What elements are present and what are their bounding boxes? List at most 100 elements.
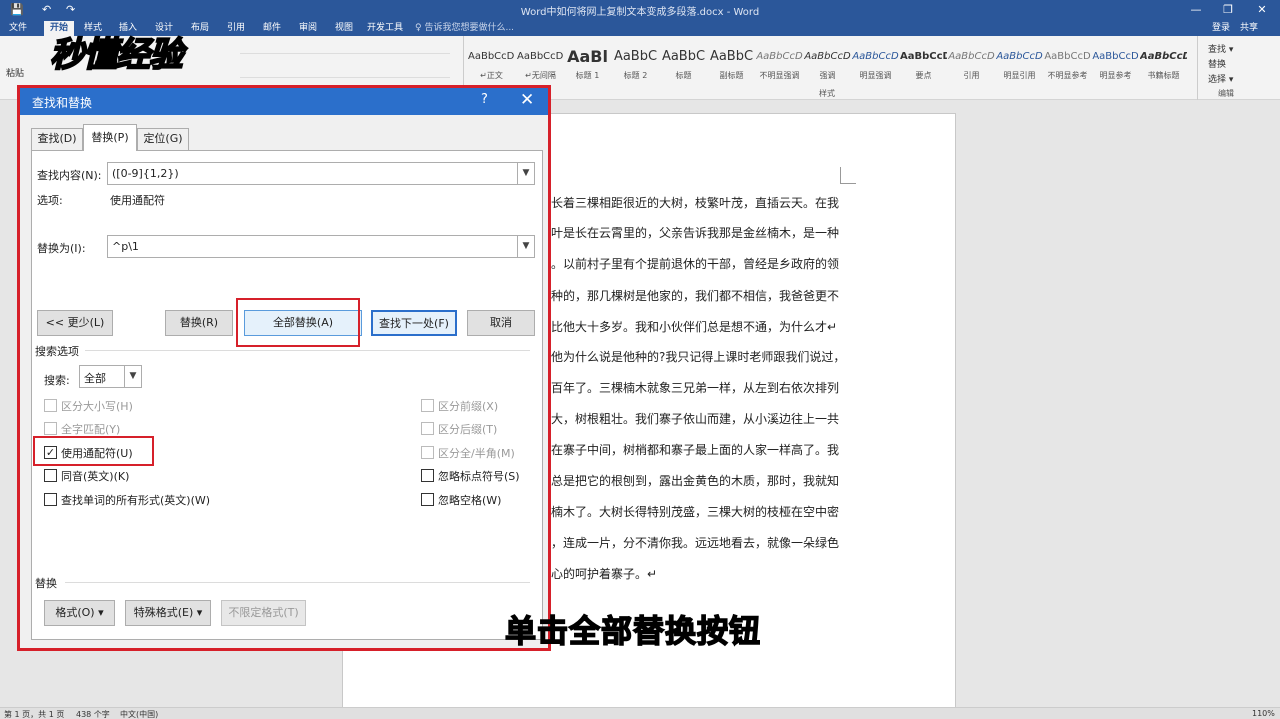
chevron-down-icon[interactable]: ▼ xyxy=(517,163,534,184)
document-line: 排长着三棵相距很近的大树，枝繁叶茂，直插云天。在我 xyxy=(539,196,840,210)
login-link[interactable]: 登录 xyxy=(1212,21,1230,36)
checkbox-box[interactable] xyxy=(44,422,57,435)
replace-with-input[interactable]: ^p\1 ▼ xyxy=(107,235,535,258)
find-button[interactable]: 查找 ▾ xyxy=(1208,42,1233,55)
zoom-level[interactable]: 110% xyxy=(1252,709,1275,718)
options-value: 使用通配符 xyxy=(110,194,165,207)
options-label: 选项: xyxy=(37,194,63,207)
tab-styles[interactable]: 样式 xyxy=(80,21,106,36)
page-count[interactable]: 第 1 页，共 1 页 xyxy=(4,709,64,719)
style-item[interactable]: AaBbCcD 明显强调 xyxy=(852,46,899,92)
search-direction-select[interactable]: 全部 ▼ xyxy=(79,365,142,388)
tell-me-search[interactable]: ♀ 告诉我您想要做什么... xyxy=(415,21,514,36)
find-replace-dialog: 查找和替换 ? ✕ 查找(D) 替换(P) 定位(G) 查找内容(N): ([0… xyxy=(17,85,551,651)
replace-with-label: 替换为(I): xyxy=(37,242,86,255)
tab-view[interactable]: 视图 xyxy=(330,21,358,36)
tab-replace[interactable]: 替换(P) xyxy=(83,124,137,151)
checkbox-box[interactable] xyxy=(421,399,434,412)
checkbox-box[interactable] xyxy=(421,422,434,435)
title-bar: 💾 ↶ ↷ Word中如何将网上复制文本变成多段落.docx - Word — … xyxy=(0,0,1280,20)
dialog-title: 查找和替换 xyxy=(32,96,93,110)
tab-layout[interactable]: 布局 xyxy=(186,21,214,36)
search-direction-label: 搜索: xyxy=(44,374,70,387)
replace-ribbon-button[interactable]: 替换 xyxy=(1208,57,1226,70)
checkbox-box[interactable] xyxy=(421,446,434,459)
replace-tab-panel xyxy=(31,150,543,640)
checkbox-box[interactable] xyxy=(421,493,434,506)
select-button[interactable]: 选择 ▾ xyxy=(1208,72,1233,85)
no-formatting-button[interactable]: 不限定格式(T) xyxy=(221,600,306,626)
style-gallery: AaBbCcDı ↵正文 AaBbCcDı ↵无间隔 AaBl 标题 1 AaBbC 标… xyxy=(463,36,1198,100)
document-title: Word中如何将网上复制文本变成多段落.docx - Word xyxy=(520,7,760,18)
site-logo: 秒懂经验 xyxy=(49,35,184,75)
highlight-replace-all xyxy=(236,298,360,347)
style-item[interactable]: AaBbCcD 不明显强调 xyxy=(756,46,803,92)
cancel-button[interactable]: 取消 xyxy=(467,310,535,336)
style-item[interactable]: AaBl 标题 1 xyxy=(564,46,611,92)
replace-section-label: 替换 xyxy=(35,577,57,590)
page-corner-mark xyxy=(840,167,856,184)
chevron-down-icon[interactable]: ▼ xyxy=(517,236,534,257)
tab-review[interactable]: 审阅 xyxy=(294,21,322,36)
styles-group-label: 样式 xyxy=(819,89,835,98)
restore-button[interactable]: ❐ xyxy=(1212,0,1244,20)
style-item[interactable]: AaBbCcD 不明显参考 xyxy=(1044,46,1091,92)
ignore-punctuation-checkbox[interactable]: 忽略标点符号(S) xyxy=(421,468,541,484)
whole-word-checkbox[interactable]: 全字匹配(Y) xyxy=(44,421,244,437)
style-item[interactable]: AaBbC 标题 xyxy=(660,46,707,92)
style-item[interactable]: AaBbCcD 书籍标题 xyxy=(1140,46,1187,92)
dialog-title-bar[interactable]: 查找和替换 ? ✕ xyxy=(20,88,548,115)
tab-file[interactable]: 文件 xyxy=(4,21,32,36)
document-line: 五百年了。三棵楠木就象三兄弟一样，从左到右依次排列 xyxy=(539,381,840,395)
tab-design[interactable]: 设计 xyxy=(150,21,178,36)
tab-mailings[interactable]: 邮件 xyxy=(258,21,286,36)
style-item[interactable]: AaBbCcD 明显引用 xyxy=(996,46,1043,92)
ribbon-tab-bar: 文件 开始 样式 插入 设计 布局 引用 邮件 审阅 视图 开发工具 ♀ 告诉我… xyxy=(0,20,1280,36)
format-button[interactable]: 格式(O) ▾ xyxy=(44,600,115,626)
style-item[interactable]: AaBbCcD 明显参考 xyxy=(1092,46,1139,92)
highlight-use-wildcards xyxy=(33,436,154,466)
find-next-button[interactable]: 查找下一处(F) xyxy=(371,310,457,336)
special-button[interactable]: 特殊格式(E) ▾ xyxy=(125,600,211,626)
tab-goto[interactable]: 定位(G) xyxy=(137,128,189,150)
font-controls[interactable] xyxy=(240,42,450,54)
help-icon[interactable]: ? xyxy=(481,92,488,107)
word-count[interactable]: 438 个字 xyxy=(76,709,110,719)
style-item[interactable]: AaBbCcD 引用 xyxy=(948,46,995,92)
tab-developer[interactable]: 开发工具 xyxy=(364,21,406,36)
tab-home[interactable]: 开始 xyxy=(44,21,74,36)
chevron-down-icon[interactable]: ▼ xyxy=(124,366,141,387)
match-case-checkbox[interactable]: 区分大小写(H) xyxy=(44,398,244,414)
checkbox-box[interactable] xyxy=(44,493,57,506)
style-item[interactable]: AaBbC 副标题 xyxy=(708,46,755,92)
document-line: 着，连成一片，分不清你我。远远地看去，就像一朵绿色 xyxy=(539,536,840,550)
share-button[interactable]: 共享 xyxy=(1240,21,1258,36)
document-line: 钩。以前村子里有个提前退休的干部，曾经是乡政府的领 xyxy=(539,257,840,271)
paragraph-controls[interactable] xyxy=(240,66,450,78)
match-suffix-checkbox[interactable]: 区分后缀(T) xyxy=(421,421,531,437)
replace-button[interactable]: 替换(R) xyxy=(165,310,233,336)
match-prefix-checkbox[interactable]: 区分前缀(X) xyxy=(421,398,531,414)
sounds-like-checkbox[interactable]: 同音(英文)(K) xyxy=(44,468,244,484)
checkbox-box[interactable] xyxy=(44,469,57,482)
ignore-whitespace-checkbox[interactable]: 忽略空格(W) xyxy=(421,492,541,508)
window-close-button[interactable]: ✕ xyxy=(1246,0,1278,20)
tab-references[interactable]: 引用 xyxy=(222,21,250,36)
tab-find[interactable]: 查找(D) xyxy=(31,128,83,150)
style-item[interactable]: AaBbCcD 强调 xyxy=(804,46,851,92)
minimize-button[interactable]: — xyxy=(1180,0,1212,20)
language-indicator[interactable]: 中文(中国) xyxy=(120,709,158,719)
checkbox-box[interactable] xyxy=(421,469,434,482)
paste-button[interactable]: 粘贴 xyxy=(6,66,24,79)
style-item[interactable]: AaBbCcD 要点 xyxy=(900,46,947,92)
all-word-forms-checkbox[interactable]: 查找单词的所有形式(英文)(W) xyxy=(44,492,284,508)
divider xyxy=(65,582,530,583)
checkbox-box[interactable] xyxy=(44,399,57,412)
document-line: 长在寨子中间，树梢都和寨子最上面的人家一样高了。我 xyxy=(539,443,840,457)
style-item[interactable]: AaBbC 标题 2 xyxy=(612,46,659,92)
close-icon[interactable]: ✕ xyxy=(520,90,534,110)
less-button[interactable]: << 更少(L) xyxy=(37,310,113,336)
match-width-checkbox[interactable]: 区分全/半角(M) xyxy=(421,445,541,461)
find-what-input[interactable]: ([0-9]{1,2}) ▼ xyxy=(107,162,535,185)
tab-insert[interactable]: 插入 xyxy=(114,21,142,36)
